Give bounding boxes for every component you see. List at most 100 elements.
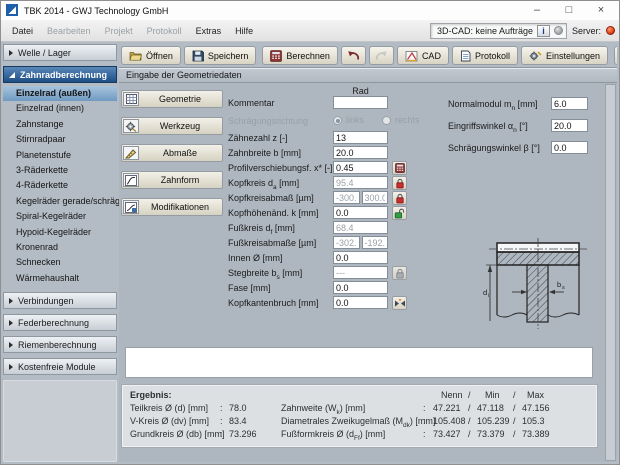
chevron-right-icon bbox=[9, 297, 13, 304]
lock-closed-icon bbox=[395, 178, 404, 188]
close-button[interactable]: × bbox=[588, 2, 614, 19]
kopfkantenbruch-option-button[interactable] bbox=[392, 296, 407, 310]
sidebar-item-kronenrad[interactable]: Kronenrad bbox=[3, 240, 117, 255]
zaehnezahl-label: Zähnezahl z [-] bbox=[228, 133, 288, 143]
fase-input[interactable] bbox=[333, 281, 388, 294]
sidebar-item-einzelrad-aussen[interactable]: Einzelrad (außen) bbox=[3, 86, 117, 102]
svg-text:s: s bbox=[562, 285, 565, 291]
schraegungsrichtung-label: Schrägungsrichtung bbox=[228, 116, 309, 126]
result-grundkreis-value: 73.296 bbox=[229, 429, 257, 439]
result-teilkreis-value: 78.0 bbox=[229, 403, 247, 413]
cad-icon bbox=[405, 50, 418, 61]
profilverschiebung-calc-button[interactable] bbox=[392, 161, 407, 175]
schraegungswinkel-input[interactable] bbox=[551, 141, 588, 154]
open-button[interactable]: Öffnen bbox=[121, 46, 181, 65]
sidebar-filler-panel bbox=[3, 380, 117, 462]
radio-rechts bbox=[382, 115, 392, 125]
sidebar-item-waermehaushalt[interactable]: Wärmehaushalt bbox=[3, 271, 117, 286]
sidebar: Welle / Lager Zahnradberechnung Einzelra… bbox=[3, 44, 120, 462]
result-fussformkreis-label: Fußformkreis Ø (dFf) [mm] bbox=[281, 429, 386, 442]
modifikationen-button[interactable]: Modifikationen bbox=[121, 198, 223, 216]
result-zweikugelmass-min: 105.239 bbox=[477, 416, 510, 426]
sidebar-item-spiral-kegelraeder[interactable]: Spiral-Kegelräder bbox=[3, 209, 117, 224]
open-folder-icon bbox=[129, 52, 142, 61]
sidebar-section-verbindungen[interactable]: Verbindungen bbox=[3, 292, 117, 310]
geometry-form: Geometrie Werkzeug Abmaße Zahnform Modif… bbox=[119, 83, 617, 462]
zahnbreite-input[interactable] bbox=[333, 146, 388, 159]
app-icon bbox=[6, 3, 18, 18]
kopfkreisabmass-lock-button[interactable] bbox=[392, 191, 407, 205]
kopfkantenbruch-input[interactable] bbox=[333, 296, 388, 309]
profilverschiebung-input[interactable] bbox=[333, 161, 388, 174]
werkzeug-button[interactable]: Werkzeug bbox=[121, 117, 223, 135]
sidebar-item-einzelrad-innen[interactable]: Einzelrad (innen) bbox=[3, 101, 117, 116]
sidebar-section-riemenberechnung[interactable]: Riemenberechnung bbox=[3, 336, 117, 354]
kopfkreis-lock-button[interactable] bbox=[392, 176, 407, 190]
document-icon bbox=[461, 50, 471, 61]
protocol-button[interactable]: Protokoll bbox=[451, 46, 518, 65]
help-button[interactable]: Hilfe bbox=[614, 46, 617, 65]
sidebar-item-planetenstufe[interactable]: Planetenstufe bbox=[3, 148, 117, 163]
menu-projekt: Projekt bbox=[104, 25, 133, 36]
sidebar-item-hypoid-kegelraeder[interactable]: Hypoid-Kegelräder bbox=[3, 225, 117, 240]
sidebar-item-schnecken[interactable]: Schnecken bbox=[3, 255, 117, 270]
sidebar-item-stirnradpaar[interactable]: Stirnradpaar bbox=[3, 132, 117, 147]
menu-extras[interactable]: Extras bbox=[189, 23, 229, 39]
gear-cross-section-drawing: d i b s bbox=[483, 238, 587, 329]
stegbreite-lock-button bbox=[392, 266, 407, 280]
sidebar-item-kegelraeder[interactable]: Kegelräder gerade/schräg bbox=[3, 194, 120, 209]
menubar: Datei Bearbeiten Projekt Protokoll Extra… bbox=[1, 20, 619, 42]
sidebar-section-federberechnung[interactable]: Federberechnung bbox=[3, 314, 117, 332]
result-fussformkreis-max: 73.389 bbox=[522, 429, 550, 439]
kommentar-label: Kommentar bbox=[228, 98, 275, 108]
menu-protokoll: Protokoll bbox=[146, 25, 182, 36]
kopfhoehenaenderung-lock-button[interactable] bbox=[392, 206, 407, 220]
fusskreis-label: Fußkreis df [mm] bbox=[228, 223, 295, 236]
geometrie-button[interactable]: Geometrie bbox=[121, 90, 223, 108]
sidebar-item-3-raederkette[interactable]: 3-Räderkette bbox=[3, 163, 117, 178]
innendurchmesser-label: Innen Ø [mm] bbox=[228, 253, 283, 263]
chamfer-icon bbox=[394, 298, 405, 306]
lock-disabled-icon bbox=[395, 268, 404, 278]
normalmodul-input[interactable] bbox=[551, 97, 588, 110]
settings-button[interactable]: Einstellungen bbox=[520, 46, 609, 65]
zaehnezahl-input[interactable] bbox=[333, 131, 388, 144]
undo-button[interactable] bbox=[340, 46, 366, 65]
scrollbar-track[interactable] bbox=[605, 84, 616, 461]
calculate-button[interactable]: Berechnen bbox=[262, 46, 338, 65]
innendurchmesser-input[interactable] bbox=[333, 251, 388, 264]
sidebar-section-kostenfreie-module[interactable]: Kostenfreie Module bbox=[3, 358, 117, 376]
info-button[interactable]: i bbox=[536, 24, 550, 37]
abmasse-button[interactable]: Abmaße bbox=[121, 144, 223, 162]
zahnform-button[interactable]: Zahnform bbox=[121, 171, 223, 189]
lock-open-icon bbox=[394, 208, 405, 218]
sidebar-item-list: Einzelrad (außen) Einzelrad (innen) Zahn… bbox=[3, 83, 120, 292]
sidebar-item-zahnstange[interactable]: Zahnstange bbox=[3, 117, 117, 132]
save-button[interactable]: Speichern bbox=[183, 46, 257, 65]
menu-bearbeiten: Bearbeiten bbox=[47, 25, 91, 36]
minimize-button[interactable]: – bbox=[524, 2, 550, 19]
fusskreisabmass-input-2 bbox=[361, 236, 388, 249]
result-zweikugelmass-label: Diametrales Zweikugelmaß (Mdk) [mm] bbox=[281, 416, 436, 429]
sidebar-item-4-raederkette[interactable]: 4-Räderkette bbox=[3, 178, 117, 193]
triangle-expanded-icon bbox=[9, 71, 15, 78]
calculator-icon bbox=[270, 49, 283, 62]
result-zahnweite-label: Zahnweite (Wk) [mm] bbox=[281, 403, 366, 416]
kopfhoehenaenderung-input[interactable] bbox=[333, 206, 388, 219]
zahnbreite-label: Zahnbreite b [mm] bbox=[228, 148, 302, 158]
sidebar-section-welle-lager[interactable]: Welle / Lager bbox=[3, 44, 117, 61]
kopfkreis-label: Kopfkreis da [mm] bbox=[228, 178, 300, 191]
result-zahnweite-max: 47.156 bbox=[522, 403, 550, 413]
menu-hilfe[interactable]: Hilfe bbox=[228, 23, 260, 39]
menu-datei[interactable]: Datei bbox=[5, 23, 40, 39]
kommentar-input[interactable] bbox=[333, 96, 388, 109]
sidebar-section-zahnradberechnung[interactable]: Zahnradberechnung bbox=[3, 66, 117, 83]
maximize-button[interactable]: □ bbox=[556, 2, 582, 19]
tool-gear-icon bbox=[123, 119, 139, 133]
schraegungsrichtung-radios: links rechts bbox=[333, 115, 420, 125]
result-fussformkreis-min: 73.379 bbox=[477, 429, 505, 439]
eingriffswinkel-input[interactable] bbox=[551, 119, 588, 132]
fase-label: Fase [mm] bbox=[228, 283, 271, 293]
cad-button[interactable]: CAD bbox=[396, 46, 449, 65]
drawing-label-di: d bbox=[483, 288, 487, 297]
